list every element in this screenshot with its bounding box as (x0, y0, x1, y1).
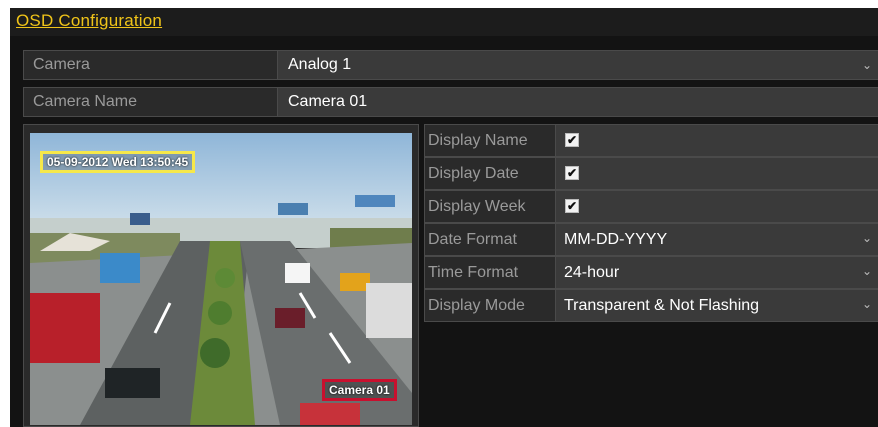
option-row-time-format: Time Format 24-hour ⌄ (424, 256, 878, 289)
camera-name-row: Camera Name Camera 01 (23, 87, 878, 117)
camera-row: Camera Analog 1 ⌄ (23, 50, 878, 80)
dropdown-value: MM-DD-YYYY (564, 231, 668, 248)
checkbox-checked-icon[interactable]: ✔ (565, 166, 579, 180)
checkbox-checked-icon[interactable]: ✔ (565, 199, 579, 213)
option-row-date-format: Date Format MM-DD-YYYY ⌄ (424, 223, 878, 256)
camera-name-label: Camera Name (24, 88, 278, 116)
chevron-down-icon: ⌄ (861, 58, 872, 72)
title-bar: OSD Configuration (10, 8, 878, 36)
option-label: Display Date (425, 158, 556, 189)
option-label: Display Mode (425, 290, 556, 321)
option-checkbox-cell[interactable]: ✔ (556, 158, 878, 189)
dropdown-value: 24-hour (564, 264, 620, 281)
camera-label: Camera (24, 51, 278, 79)
option-dropdown[interactable]: Transparent & Not Flashing ⌄ (556, 290, 878, 321)
option-label: Date Format (425, 224, 556, 255)
option-checkbox-cell[interactable]: ✔ (556, 191, 878, 222)
chevron-down-icon: ⌄ (861, 297, 872, 311)
camera-select[interactable]: Analog 1 ⌄ (278, 51, 878, 79)
option-checkbox-cell[interactable]: ✔ (556, 125, 878, 156)
camera-preview[interactable]: 05-09-2012 Wed 13:50:45 Camera 01 (30, 133, 412, 425)
camera-name-value: Camera 01 (288, 93, 368, 110)
preview-box: 05-09-2012 Wed 13:50:45 Camera 01 (23, 124, 419, 427)
chevron-down-icon: ⌄ (861, 231, 872, 245)
chevron-down-icon: ⌄ (861, 264, 872, 278)
option-row-display-name: Display Name ✔ (424, 124, 878, 157)
option-dropdown[interactable]: 24-hour ⌄ (556, 257, 878, 288)
camera-name-field[interactable]: Camera 01 (278, 88, 878, 116)
option-row-display-date: Display Date ✔ (424, 157, 878, 190)
camera-value: Analog 1 (288, 56, 352, 73)
osd-date-overlay[interactable]: 05-09-2012 Wed 13:50:45 (40, 151, 196, 173)
option-row-display-mode: Display Mode Transparent & Not Flashing ⌄ (424, 289, 878, 322)
checkbox-checked-icon[interactable]: ✔ (565, 133, 579, 147)
option-row-display-week: Display Week ✔ (424, 190, 878, 223)
option-label: Display Name (425, 125, 556, 156)
osd-config-panel: OSD Configuration Camera Analog 1 ⌄ Came… (10, 8, 878, 427)
option-label: Time Format (425, 257, 556, 288)
option-label: Display Week (425, 191, 556, 222)
osd-name-overlay[interactable]: Camera 01 (322, 379, 397, 401)
page-title[interactable]: OSD Configuration (16, 11, 162, 31)
option-dropdown[interactable]: MM-DD-YYYY ⌄ (556, 224, 878, 255)
dropdown-value: Transparent & Not Flashing (564, 297, 760, 314)
